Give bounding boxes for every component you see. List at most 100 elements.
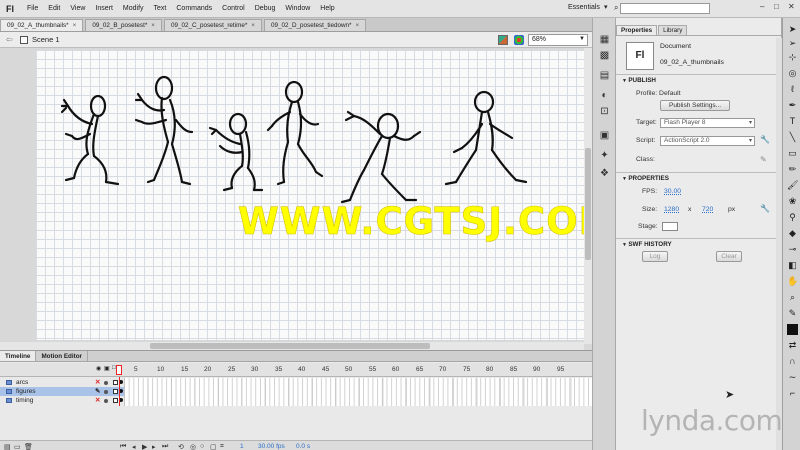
- 3d-rotation-tool-icon[interactable]: ◎: [787, 68, 798, 79]
- outline-box-icon[interactable]: [113, 398, 118, 403]
- step-forward-icon[interactable]: ▸: [152, 443, 156, 450]
- doc-tab[interactable]: 09_02_C_posetest_retime* ×: [163, 19, 262, 31]
- smooth-icon[interactable]: ∼: [787, 372, 798, 383]
- stroke-color-icon[interactable]: ✎: [787, 308, 798, 319]
- menu-modify[interactable]: Modify: [118, 5, 149, 12]
- eyedropper-tool-icon[interactable]: ⊸: [787, 244, 798, 255]
- tab-properties[interactable]: Properties: [616, 25, 658, 35]
- lock-icon[interactable]: ▣: [104, 365, 110, 372]
- hidden-icon[interactable]: ✕: [95, 396, 100, 405]
- tab-timeline[interactable]: Timeline: [0, 351, 37, 361]
- layer-row-arcs[interactable]: arcs ✕: [0, 378, 124, 387]
- menu-help[interactable]: Help: [315, 5, 339, 12]
- outline-box-icon[interactable]: [113, 380, 118, 385]
- menu-file[interactable]: File: [22, 5, 43, 12]
- fps-value[interactable]: 30.00: [664, 188, 681, 195]
- menu-view[interactable]: View: [65, 5, 90, 12]
- frame-rate[interactable]: 30.00 fps: [258, 443, 285, 450]
- rectangle-tool-icon[interactable]: ▭: [787, 148, 798, 159]
- pen-tool-icon[interactable]: ✒: [787, 100, 798, 111]
- wrench-icon[interactable]: 🔧: [760, 135, 770, 144]
- tab-motion-editor[interactable]: Motion Editor: [36, 351, 89, 361]
- paint-bucket-tool-icon[interactable]: ◆: [787, 228, 798, 239]
- chevron-down-icon[interactable]: ▾: [604, 3, 608, 11]
- eraser-tool-icon[interactable]: ◧: [787, 260, 798, 271]
- menu-insert[interactable]: Insert: [90, 5, 118, 12]
- script-select[interactable]: ActionScript 2.0 ▾: [660, 136, 755, 146]
- color-panel-icon[interactable]: ▦: [599, 34, 610, 45]
- tab-library[interactable]: Library: [658, 25, 688, 35]
- text-tool-icon[interactable]: T: [787, 116, 798, 127]
- workspace-selector[interactable]: Essentials: [568, 4, 600, 11]
- first-frame-icon[interactable]: ⏮: [120, 443, 126, 450]
- menu-control[interactable]: Control: [217, 5, 250, 12]
- menu-debug[interactable]: Debug: [250, 5, 281, 12]
- deco-tool-icon[interactable]: ❀: [787, 196, 798, 207]
- pencil-tool-icon[interactable]: ✏: [787, 164, 798, 175]
- close-window-button[interactable]: ✕: [788, 2, 795, 11]
- last-frame-icon[interactable]: ⏭: [162, 443, 168, 450]
- motion-presets-icon[interactable]: ✦: [599, 150, 610, 161]
- log-button[interactable]: Log: [642, 251, 668, 262]
- edit-symbols-icon[interactable]: [498, 35, 508, 45]
- close-icon[interactable]: ×: [251, 22, 255, 29]
- step-back-icon[interactable]: ◂: [132, 443, 136, 450]
- width-value[interactable]: 1280: [664, 206, 679, 213]
- target-select[interactable]: Flash Player 8 ▾: [660, 118, 755, 128]
- menu-window[interactable]: Window: [280, 5, 315, 12]
- bone-tool-icon[interactable]: ⚲: [787, 212, 798, 223]
- hand-tool-icon[interactable]: ✋: [787, 276, 798, 287]
- zoom-select[interactable]: 68% ▼: [528, 34, 588, 46]
- eye-icon[interactable]: ◉: [96, 365, 102, 372]
- edit-scene-icon[interactable]: [514, 35, 524, 45]
- maximize-button[interactable]: □: [774, 2, 779, 11]
- fill-color-swatch[interactable]: [787, 324, 798, 335]
- line-tool-icon[interactable]: ╲: [787, 132, 798, 143]
- onion-skin-icon[interactable]: ◎: [190, 443, 196, 450]
- brush-tool-icon[interactable]: 🖌: [787, 180, 798, 191]
- swap-colors-icon[interactable]: ⇄: [787, 340, 798, 351]
- new-folder-icon[interactable]: ▭: [14, 443, 21, 450]
- new-layer-icon[interactable]: ▤: [4, 443, 11, 450]
- lasso-tool-icon[interactable]: ℓ: [787, 84, 798, 95]
- components-panel-icon[interactable]: ▣: [599, 130, 610, 141]
- align-panel-icon[interactable]: ▤: [599, 70, 610, 81]
- menu-edit[interactable]: Edit: [43, 5, 65, 12]
- menu-commands[interactable]: Commands: [171, 5, 217, 12]
- menu-text[interactable]: Text: [149, 5, 172, 12]
- selection-tool-icon[interactable]: ➤: [787, 24, 798, 35]
- stage-horizontal-scroll-thumb[interactable]: [150, 343, 430, 349]
- info-panel-icon[interactable]: ◐: [599, 90, 610, 101]
- stage-color-swatch[interactable]: [662, 222, 678, 231]
- play-icon[interactable]: ▶: [142, 443, 147, 450]
- current-frame[interactable]: 1: [240, 443, 244, 450]
- outline-box-icon[interactable]: [113, 389, 118, 394]
- pencil-icon[interactable]: ✎: [760, 155, 767, 164]
- stage-vertical-scroll-thumb[interactable]: [585, 148, 591, 260]
- search-input[interactable]: [620, 3, 710, 14]
- loop-icon[interactable]: ⟲: [178, 443, 184, 450]
- onion-outline-icon[interactable]: ○: [200, 443, 204, 450]
- wrench-icon[interactable]: 🔧: [760, 204, 770, 213]
- publish-section-header[interactable]: PUBLISH: [616, 74, 782, 84]
- height-value[interactable]: 720: [702, 206, 713, 213]
- snap-to-objects-icon[interactable]: ∩: [787, 356, 798, 367]
- close-icon[interactable]: ×: [151, 22, 155, 29]
- stage-canvas[interactable]: WWW.CGTSJ.COM: [36, 50, 592, 340]
- hidden-icon[interactable]: ✕: [95, 378, 100, 387]
- zoom-tool-icon[interactable]: ⌕: [787, 292, 798, 303]
- swatches-panel-icon[interactable]: ▩: [599, 50, 610, 61]
- straighten-icon[interactable]: ⌐: [787, 388, 798, 399]
- transform-panel-icon[interactable]: ⊡: [599, 106, 610, 117]
- properties-section-header[interactable]: PROPERTIES: [616, 172, 782, 182]
- doc-tab[interactable]: 09_02_D_posetest_tiedown* ×: [263, 19, 367, 31]
- lock-dot-icon[interactable]: [104, 390, 108, 394]
- delete-icon[interactable]: 🗑: [24, 443, 33, 450]
- code-snippets-icon[interactable]: ❖: [599, 168, 610, 179]
- lock-dot-icon[interactable]: [104, 399, 108, 403]
- swf-history-section-header[interactable]: SWF HISTORY: [616, 238, 782, 248]
- minimize-button[interactable]: –: [760, 2, 764, 11]
- scene-label[interactable]: Scene 1: [32, 35, 60, 44]
- pencil-icon[interactable]: ✎: [95, 387, 100, 396]
- edit-multiple-icon[interactable]: ▢: [210, 443, 217, 450]
